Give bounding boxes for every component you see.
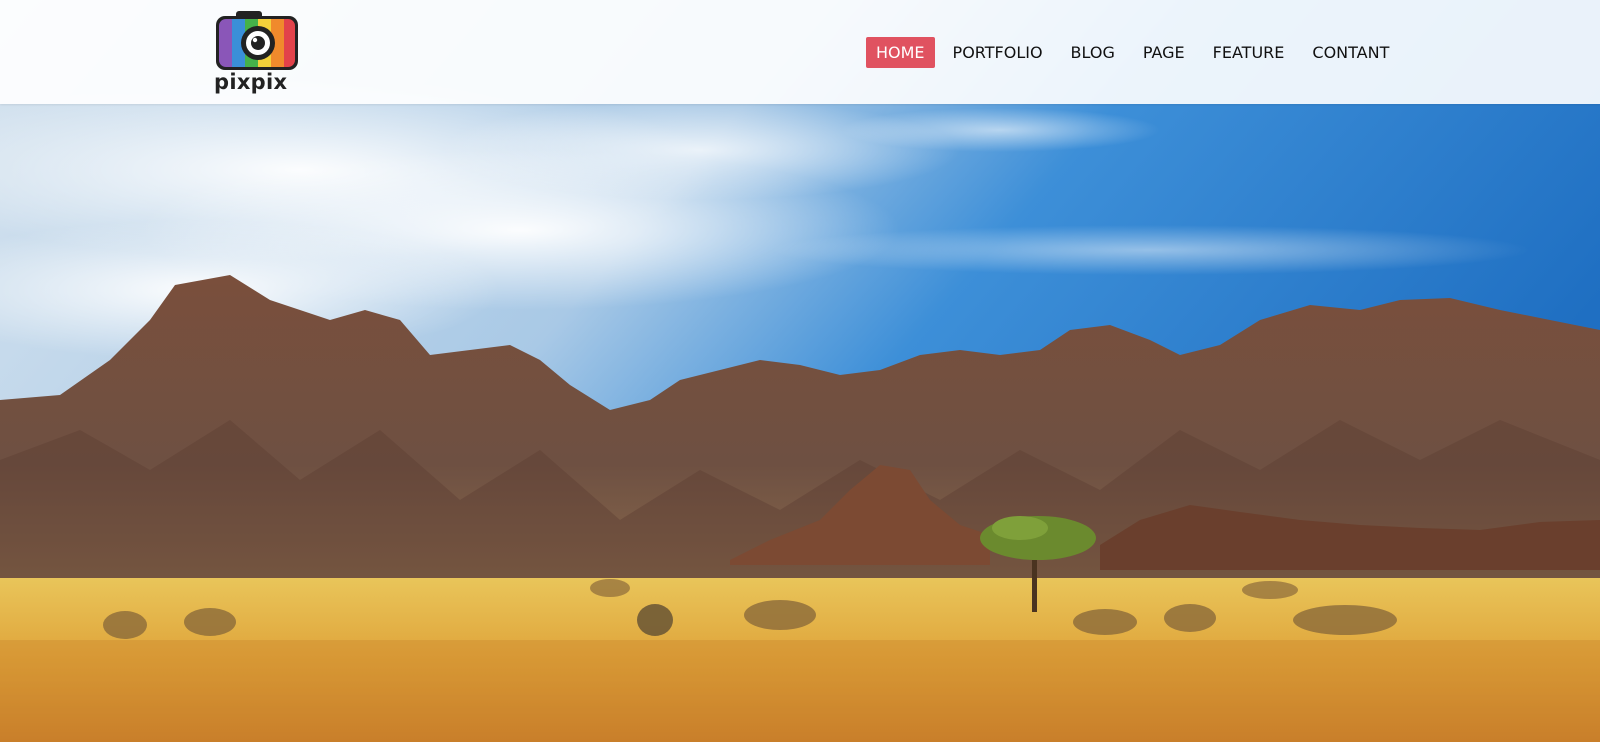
nav-portfolio[interactable]: PORTFOLIO <box>943 37 1053 68</box>
camera-logo-icon <box>216 11 298 70</box>
nav-home[interactable]: HOME <box>866 37 935 68</box>
main-nav: HOME PORTFOLIO BLOG PAGE FEATURE CONTANT <box>866 37 1407 68</box>
nav-page[interactable]: PAGE <box>1133 37 1195 68</box>
brand-logo[interactable]: pixpix <box>214 10 304 96</box>
nav-feature[interactable]: FEATURE <box>1203 37 1295 68</box>
brand-name: pixpix <box>214 70 288 94</box>
nav-blog[interactable]: BLOG <box>1061 37 1125 68</box>
nav-contant[interactable]: CONTANT <box>1302 37 1399 68</box>
hero-banner-image <box>0 0 1600 742</box>
site-header: pixpix HOME PORTFOLIO BLOG PAGE FEATURE … <box>0 0 1600 104</box>
